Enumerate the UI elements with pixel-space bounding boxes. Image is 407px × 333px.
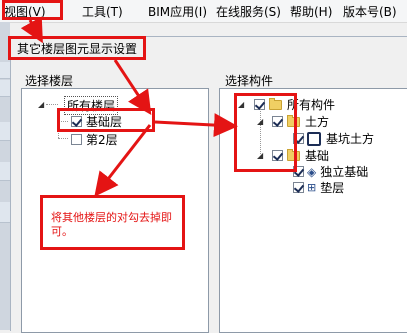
floor-2-checkbox[interactable]: [71, 134, 82, 145]
component-isolated-footing[interactable]: ◈ 独立基础: [293, 163, 368, 180]
foundation-group-label: 基础: [305, 149, 330, 163]
menu-tools[interactable]: 工具(T): [82, 3, 123, 20]
pit-earthwork-label: 基坑土方: [326, 132, 375, 146]
cushion-label: 垫层: [320, 181, 345, 195]
highlight-foundation-floor: [57, 108, 155, 132]
floor-display-dialog: 其它楼层图元显示设置 选择楼层 选择构件: [10, 36, 407, 333]
collapse-icon[interactable]: ◢: [38, 100, 44, 109]
highlight-dialog-title: [8, 36, 146, 60]
menu-help[interactable]: 帮助(H): [290, 3, 332, 20]
select-floor-label: 选择楼层: [25, 74, 74, 88]
earthwork-label: 土方: [305, 115, 330, 129]
highlight-component-checkboxes: [234, 93, 297, 172]
instruction-callout: 将其他楼层的对勾去掉即可。: [40, 195, 185, 250]
background-app-edge: [0, 22, 10, 330]
component-cushion[interactable]: ⊞ 垫层: [293, 179, 344, 196]
pit-earthwork-icon: [307, 131, 321, 146]
menu-bim[interactable]: BIM应用(I): [148, 3, 207, 20]
isolated-footing-label: 独立基础: [320, 165, 369, 179]
instruction-text: 将其他楼层的对勾去掉即可。: [51, 211, 172, 238]
select-component-label: 选择构件: [225, 74, 274, 88]
highlight-view-menu: [2, 0, 63, 20]
cushion-checkbox[interactable]: [293, 182, 304, 193]
isolated-footing-icon: ◈: [307, 164, 317, 179]
floor-item-2[interactable]: 第2层: [71, 131, 118, 148]
cushion-icon: ⊞: [307, 181, 317, 194]
floor-2-label: 第2层: [86, 133, 118, 147]
menu-version[interactable]: 版本号(B): [343, 3, 397, 20]
component-pit-earthwork[interactable]: 基坑土方: [293, 130, 374, 147]
menu-online-service[interactable]: 在线服务(S): [216, 3, 281, 20]
